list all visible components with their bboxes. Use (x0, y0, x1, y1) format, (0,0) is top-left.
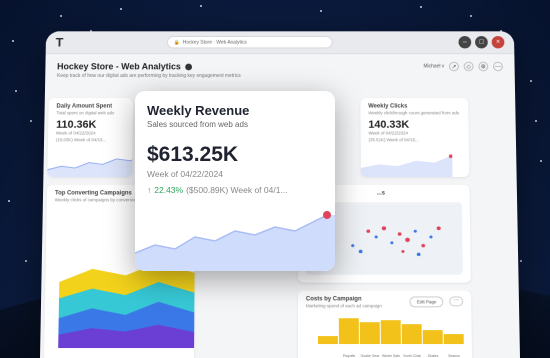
more-options-button[interactable]: ··· (449, 296, 464, 307)
delta-percent: 22.43% (154, 185, 184, 195)
cost-bar[interactable] (422, 330, 443, 345)
star (535, 120, 537, 122)
title-bar: T 🔒 Hockey Store · Web Analytics – □ × (45, 31, 515, 55)
weekly-revenue-popup[interactable]: Weekly Revenue Sales sourced from web ad… (135, 91, 335, 271)
card-week: Week of 04/22/2024 (55, 130, 96, 136)
cost-bar[interactable] (401, 324, 422, 345)
star (25, 260, 27, 262)
star (8, 200, 10, 202)
popup-week: Week of 04/22/2024 (147, 169, 223, 179)
settings-dot-icon[interactable] (184, 63, 192, 70)
card-title: Daily Amount Spent (56, 103, 113, 110)
star (470, 15, 472, 17)
bookmark-icon[interactable]: ◇ (463, 61, 474, 72)
header-actions: Michael v ↗ ◇ ⚙ ⋯ (423, 61, 503, 72)
card-subtitle: Weekly clickthrough count generated from… (368, 110, 460, 116)
maximize-button[interactable]: □ (474, 36, 488, 49)
cost-bar[interactable] (359, 322, 380, 345)
card-subtitle: Total spent on digital web ads (56, 110, 115, 116)
cost-bar[interactable] (380, 320, 401, 345)
edit-page-button[interactable]: Edit Page (409, 296, 444, 308)
clicks-sparkline (360, 154, 453, 178)
card-delta: (19.03K) Week of 04/15... (55, 137, 107, 143)
url-bar[interactable]: 🔒 Hockey Store · Web Analytics (166, 36, 333, 49)
bar-label: Season Campaign (448, 354, 460, 358)
revenue-sparkline (135, 211, 335, 271)
close-button[interactable]: × (491, 36, 505, 49)
arrow-up-icon: ↑ (147, 185, 152, 195)
card-value: 140.33K (368, 119, 410, 131)
more-icon[interactable]: ⋯ (492, 61, 503, 72)
star (540, 160, 542, 162)
page-title: Hockey Store - Web Analytics (57, 61, 241, 72)
popup-subtitle: Sales sourced from web ads (147, 120, 248, 129)
popup-value: $613.25K (147, 143, 239, 166)
costs-card[interactable]: Costs by Campaign Marketing spend of eac… (297, 290, 473, 358)
cost-bar[interactable] (317, 336, 338, 345)
star (320, 10, 322, 12)
url-text: Hockey Store · Web Analytics (182, 39, 247, 46)
star (200, 5, 202, 7)
daily-amount-card[interactable]: Daily Amount Spent Total spent on digita… (47, 98, 134, 178)
settings-icon[interactable]: ⚙ (478, 61, 489, 72)
page-subtitle: Keep track of how our digital ads are pe… (56, 73, 241, 79)
window-controls: – □ × (458, 36, 505, 49)
card-delta: (35.51K) Week of 04/15... (368, 137, 419, 143)
star (30, 120, 32, 122)
star (120, 8, 122, 10)
weekly-clicks-card[interactable]: Weekly Clicks Weekly clickthrough count … (360, 98, 470, 178)
cost-bar[interactable] (338, 318, 359, 345)
card-week: Week of 04/22/2024 (368, 130, 408, 136)
star (15, 90, 17, 92)
page-title-text: Hockey Store - Web Analytics (57, 61, 181, 72)
popup-delta: ↑ 22.43% ($500.89K) Week of 04/1... (147, 185, 323, 195)
minimize-button[interactable]: – (458, 36, 472, 49)
cost-bar[interactable] (443, 334, 464, 345)
share-icon[interactable]: ↗ (449, 61, 459, 72)
star (520, 260, 522, 262)
star (420, 6, 422, 8)
delta-detail: ($500.89K) Week of 04/1... (186, 185, 288, 195)
star (60, 15, 62, 17)
card-value: 110.36K (56, 119, 97, 131)
user-menu[interactable]: Michael v (424, 64, 445, 70)
daily-sparkline (47, 150, 134, 178)
star (12, 40, 14, 42)
star (530, 80, 532, 82)
lock-icon: 🔒 (173, 39, 180, 46)
app-logo[interactable]: T (56, 35, 72, 49)
page-header: Hockey Store - Web Analytics Keep track … (56, 61, 503, 79)
card-title: Weekly Clicks (368, 103, 408, 110)
popup-title: Weekly Revenue (147, 103, 250, 118)
